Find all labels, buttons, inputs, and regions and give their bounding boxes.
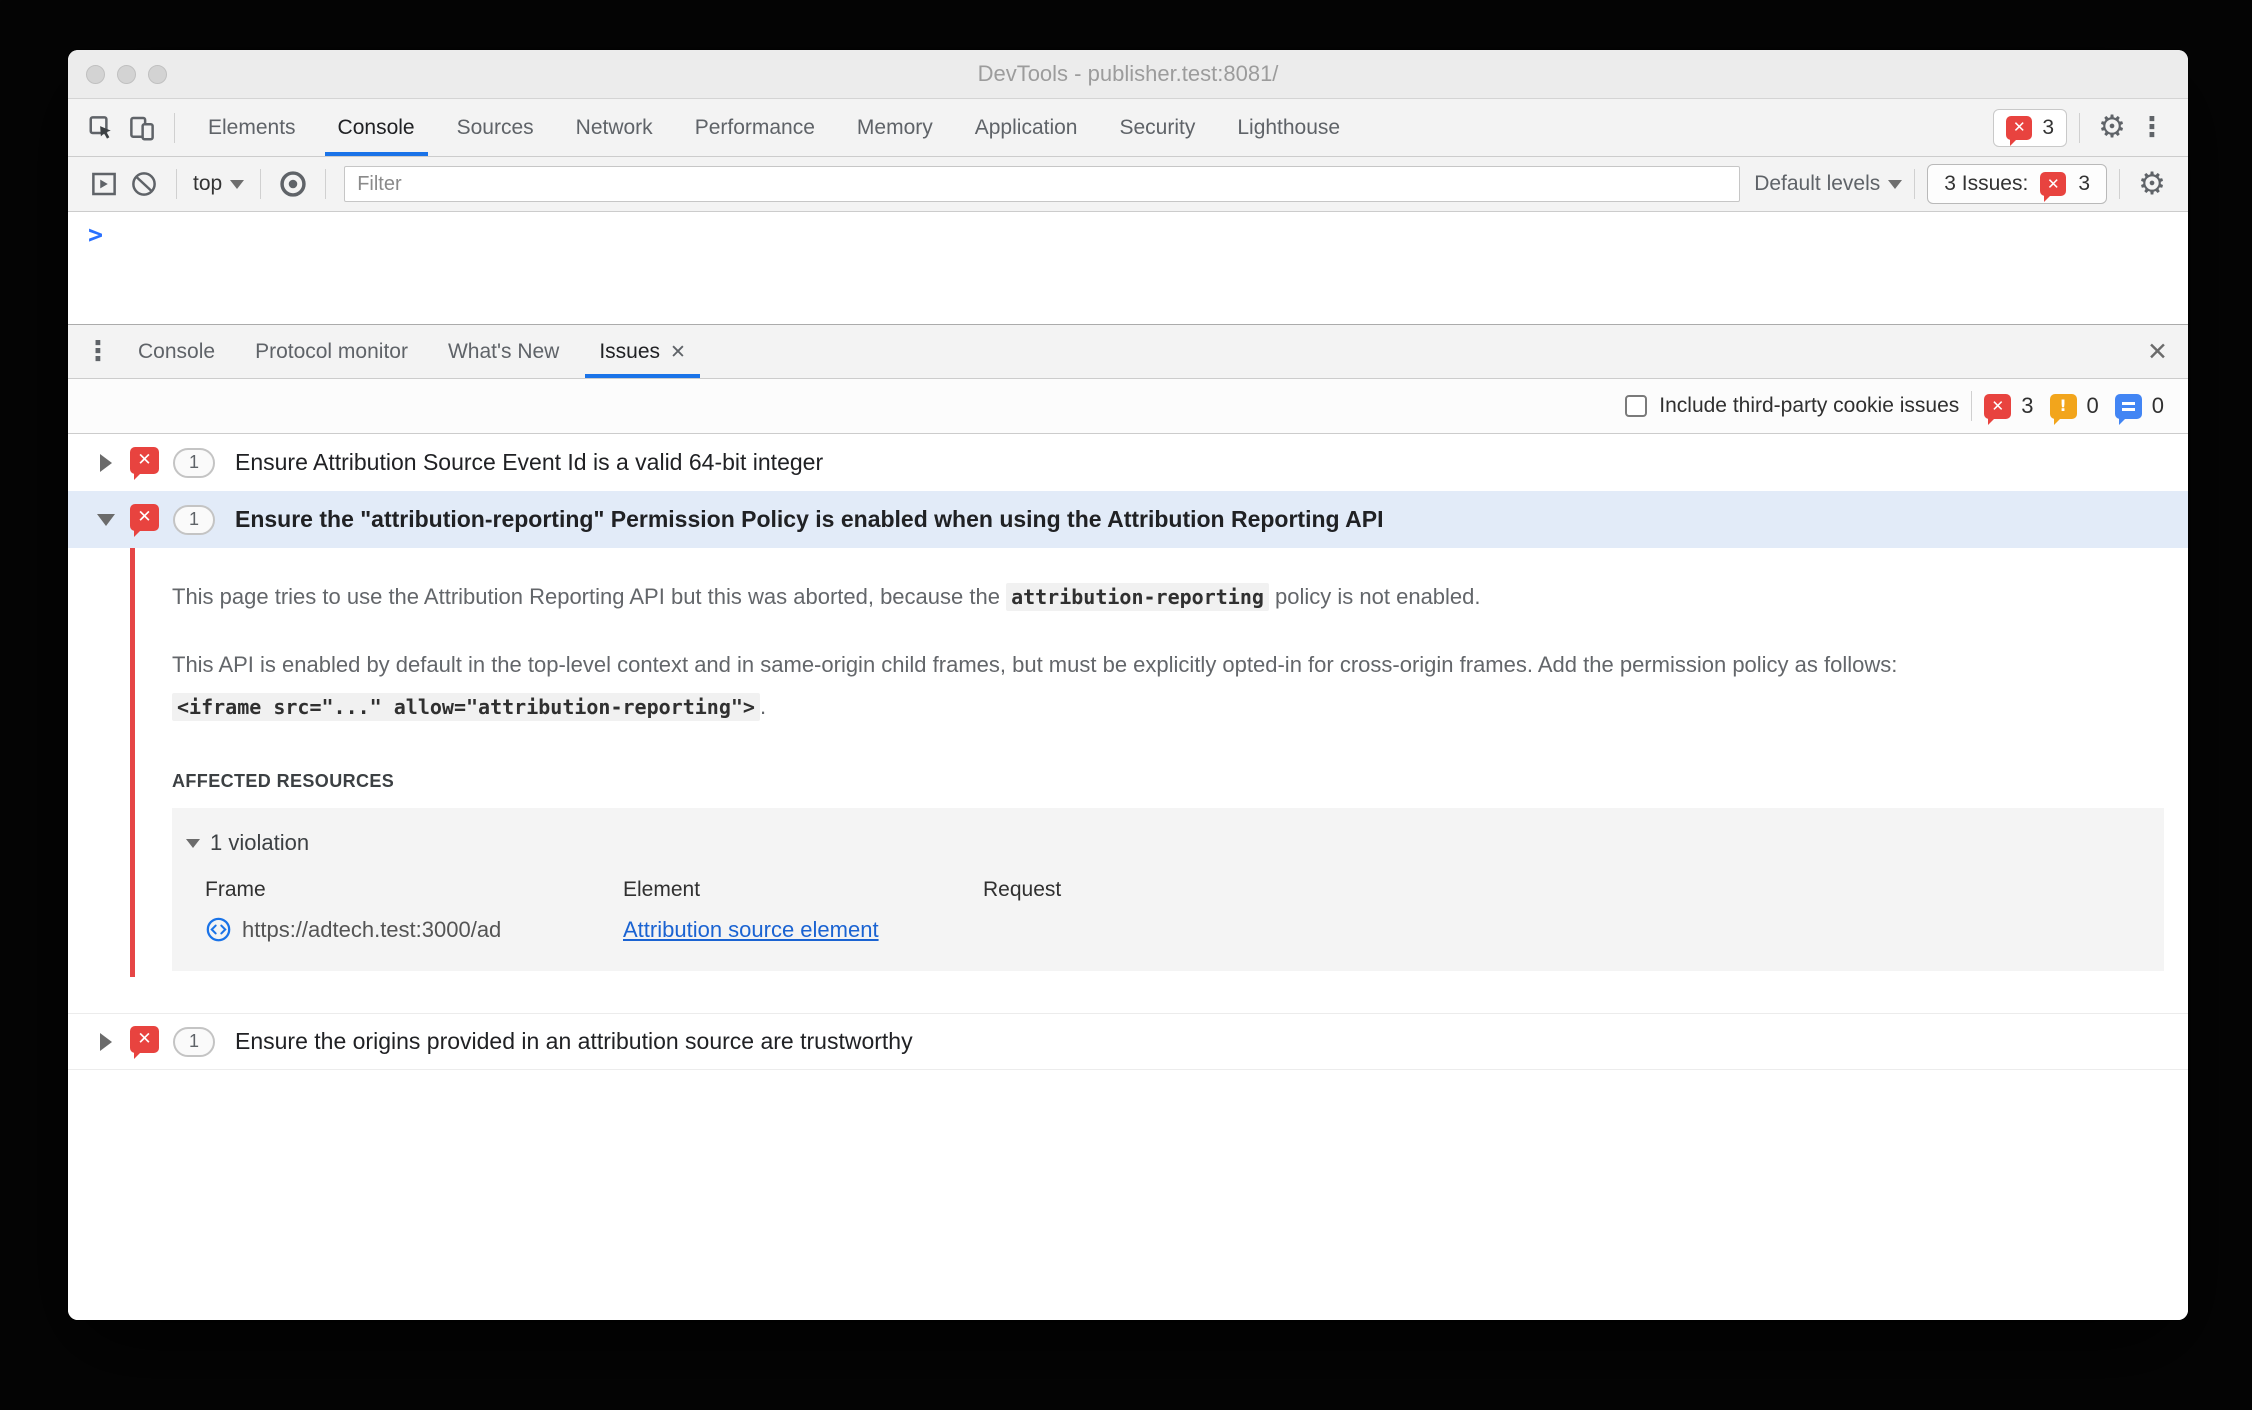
console-toolbar: top Default levels 3 Issues: ✕ 3 ⚙ <box>68 157 2188 212</box>
info-bubble-icon <box>2114 393 2142 425</box>
issue-count-pill: 1 <box>173 447 215 478</box>
inspect-element-icon[interactable] <box>82 108 122 148</box>
inline-code: attribution-reporting <box>1006 583 1269 611</box>
open-issues-errors-button[interactable]: ✕ 3 <box>1993 108 2067 147</box>
console-filter-input[interactable] <box>344 166 1741 202</box>
collapse-triangle-icon <box>186 838 200 848</box>
clear-console-icon[interactable] <box>124 164 164 204</box>
divider <box>2079 112 2080 143</box>
table-row-request-cell <box>983 916 2164 943</box>
tab-sources[interactable]: Sources <box>436 99 555 156</box>
affected-resources-table: Frame Element Request https://adtech.tes… <box>172 868 2164 943</box>
issue-description-paragraph-1: This page tries to use the Attribution R… <box>172 583 1481 611</box>
tab-application[interactable]: Application <box>954 99 1099 156</box>
main-tabbar: Elements Console Sources Network Perform… <box>68 99 2188 157</box>
error-bubble-icon: ✕ <box>2040 172 2067 202</box>
device-toolbar-icon[interactable] <box>122 108 162 148</box>
window-title: DevTools - publisher.test:8081/ <box>977 61 1279 86</box>
close-drawer-icon[interactable]: ✕ <box>2147 337 2168 366</box>
console-messages-area[interactable]: > <box>68 212 2188 324</box>
create-live-expression-eye-icon[interactable] <box>273 164 313 204</box>
inline-code: <iframe src="..." allow="attribution-rep… <box>172 692 760 721</box>
chevron-down-icon <box>230 179 245 189</box>
devtools-window: DevTools - publisher.test:8081/ Elements… <box>68 50 2188 1320</box>
issues-error-count: 3 <box>2021 393 2034 418</box>
issue-row-trustworthy-origins[interactable]: ✕ 1 Ensure the origins provided in an at… <box>68 1013 2188 1071</box>
table-row-frame-cell: https://adtech.test:3000/ad <box>205 916 623 943</box>
error-bubble-icon: ✕ <box>130 1026 159 1060</box>
issue-count-pill: 1 <box>173 504 215 535</box>
tab-network[interactable]: Network <box>555 99 674 156</box>
warning-bubble-icon: ! <box>2049 393 2077 425</box>
issues-count-button[interactable]: 3 Issues: ✕ 3 <box>1927 164 2107 204</box>
console-prompt-chevron[interactable]: > <box>88 220 103 249</box>
third-party-cookies-label[interactable]: Include third-party cookie issues <box>1659 394 1959 418</box>
issue-row-permission-policy[interactable]: ✕ 1 Ensure the "attribution-reporting" P… <box>68 491 2188 548</box>
javascript-context-selector[interactable]: top <box>189 172 248 196</box>
chevron-down-icon <box>1888 179 1903 189</box>
divider <box>174 112 175 143</box>
expand-triangle-icon[interactable] <box>92 1032 120 1051</box>
error-bubble-icon: ✕ <box>130 504 159 537</box>
issue-title: Ensure the origins provided in an attrib… <box>235 1028 913 1055</box>
tab-performance[interactable]: Performance <box>674 99 836 156</box>
tab-console[interactable]: Console <box>317 99 436 156</box>
drawer-tabbar: ⋮ Console Protocol monitor What's New Is… <box>68 325 2188 379</box>
expand-triangle-icon[interactable] <box>92 453 120 472</box>
issue-description-paragraph-2: This API is enabled by default in the to… <box>172 651 1898 721</box>
affected-resources-heading: AFFECTED RESOURCES <box>172 771 395 792</box>
drawer-tab-console[interactable]: Console <box>118 325 235 378</box>
frame-code-icon <box>205 916 232 943</box>
tab-security[interactable]: Security <box>1098 99 1216 156</box>
drawer-tab-whats-new[interactable]: What's New <box>428 325 579 378</box>
window-titlebar: DevTools - publisher.test:8081/ <box>68 50 2188 99</box>
issues-list: ✕ 1 Ensure Attribution Source Event Id i… <box>68 434 2188 1320</box>
close-issues-tab-icon[interactable]: ✕ <box>670 341 686 363</box>
attribution-source-element-link[interactable]: Attribution source element <box>623 917 879 943</box>
issue-title: Ensure Attribution Source Event Id is a … <box>235 449 824 475</box>
console-sidebar-toggle-icon[interactable] <box>84 164 124 204</box>
error-bubble-icon: ✕ <box>2006 115 2033 146</box>
column-header-frame: Frame <box>205 878 266 902</box>
log-levels-selector[interactable]: Default levels <box>1754 172 1903 196</box>
issues-info-count: 0 <box>2151 393 2164 418</box>
tab-lighthouse[interactable]: Lighthouse <box>1216 99 1361 156</box>
issues-toolbar: Include third-party cookie issues ✕ 3 ! … <box>68 379 2188 434</box>
divider <box>325 169 327 199</box>
issue-detail-body: This page tries to use the Attribution R… <box>68 548 2188 998</box>
column-header-request: Request <box>983 878 1062 902</box>
affected-resources-box: 1 violation Frame Element Request https:… <box>172 808 2164 972</box>
drawer-tab-issues[interactable]: Issues ✕ <box>579 325 706 378</box>
drawer-more-tabs-kebab-icon[interactable]: ⋮ <box>78 332 118 372</box>
console-settings-gear-icon[interactable]: ⚙ <box>2132 164 2172 204</box>
error-count: 3 <box>2042 115 2054 139</box>
issue-red-accent-line <box>130 548 135 978</box>
violations-expander[interactable]: 1 violation <box>172 820 2164 868</box>
divider <box>1971 391 1973 421</box>
collapse-triangle-icon[interactable] <box>92 513 120 526</box>
column-header-element: Element <box>623 878 701 902</box>
tab-memory[interactable]: Memory <box>836 99 954 156</box>
divider <box>260 169 262 199</box>
drawer: ⋮ Console Protocol monitor What's New Is… <box>68 324 2188 1320</box>
issue-count-pill: 1 <box>173 1026 215 1057</box>
more-options-kebab-icon[interactable]: ⋮ <box>2132 108 2172 148</box>
issues-warning-count: 0 <box>2086 393 2099 418</box>
third-party-cookies-checkbox[interactable] <box>1625 395 1648 417</box>
error-bubble-icon: ✕ <box>130 447 159 480</box>
tab-elements[interactable]: Elements <box>187 99 317 156</box>
table-row-element-cell: Attribution source element <box>623 916 983 943</box>
drawer-tab-protocol-monitor[interactable]: Protocol monitor <box>235 325 428 378</box>
divider <box>2119 169 2120 199</box>
settings-gear-icon[interactable]: ⚙ <box>2092 108 2132 148</box>
issue-title: Ensure the "attribution-reporting" Permi… <box>235 506 1384 532</box>
divider <box>176 169 177 199</box>
divider <box>1914 169 1916 199</box>
issue-row-attribution-event-id[interactable]: ✕ 1 Ensure Attribution Source Event Id i… <box>68 434 2188 491</box>
error-bubble-icon: ✕ <box>1984 393 2012 425</box>
